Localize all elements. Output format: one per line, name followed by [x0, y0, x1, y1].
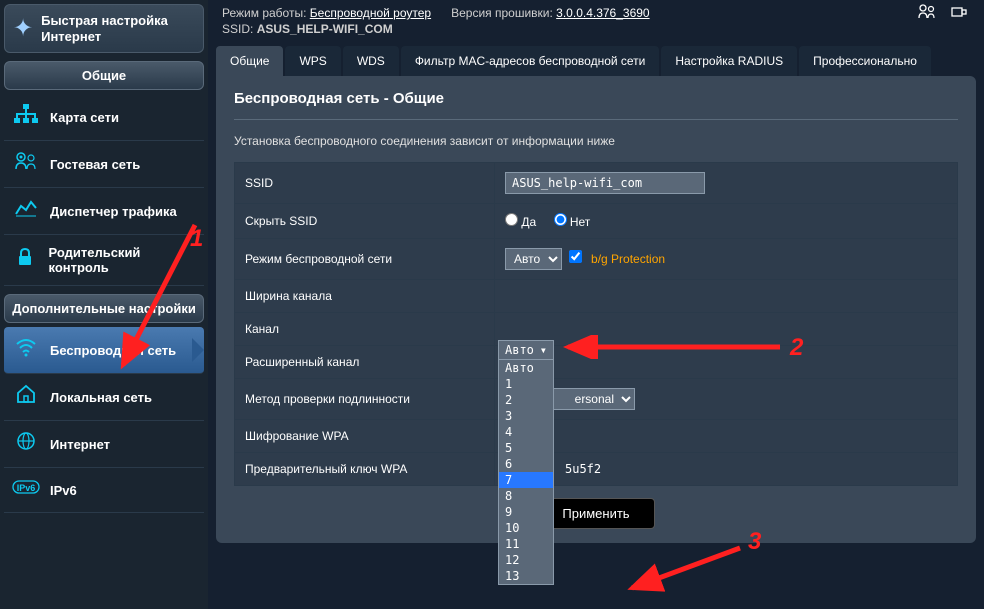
quick-setup-label: Быстрая настройка Интернет: [41, 13, 195, 44]
content-panel: Беспроводная сеть - Общие Установка бесп…: [216, 76, 976, 543]
wand-icon: ✦: [13, 14, 33, 43]
tab-bar: Общие WPS WDS Фильтр MAC-адресов беспров…: [216, 46, 976, 76]
wifi-icon: [12, 337, 40, 363]
sidebar-item-label: Карта сети: [50, 110, 119, 125]
main-content: Режим работы: Беспроводной роутер Версия…: [208, 0, 984, 609]
row-channel-label: Канал: [235, 313, 495, 346]
bg-protection-label: b/g Protection: [591, 252, 665, 266]
annotation-number-3: 3: [748, 528, 761, 556]
channel-option[interactable]: 2: [499, 392, 553, 408]
wireless-mode-select[interactable]: Авто: [505, 248, 562, 270]
row-wpa-key-label: Предварительный ключ WPA: [235, 453, 495, 486]
globe-icon: [12, 431, 40, 457]
channel-select-dropdown[interactable]: Авто ▾ Авто 1 2 3 4 5 6 7 8 9 10 11 12 1…: [498, 340, 554, 585]
channel-option[interactable]: Авто: [499, 360, 553, 376]
tab-mac-filter[interactable]: Фильтр MAC-адресов беспроводной сети: [401, 46, 660, 76]
apply-button[interactable]: Применить: [537, 498, 654, 529]
row-mode-label: Режим беспроводной сети: [235, 239, 495, 280]
channel-option[interactable]: 3: [499, 408, 553, 424]
sidebar-item-guest-network[interactable]: Гостевая сеть: [4, 141, 204, 188]
sidebar-item-ipv6[interactable]: IPv6 IPv6: [4, 468, 204, 513]
traffic-manager-icon: [12, 198, 40, 224]
tab-wps[interactable]: WPS: [285, 46, 340, 76]
tab-wds[interactable]: WDS: [343, 46, 399, 76]
usb-icon[interactable]: [950, 7, 968, 24]
hide-ssid-yes[interactable]: Да: [505, 215, 536, 229]
channel-option[interactable]: 13: [499, 568, 553, 584]
channel-option[interactable]: 1: [499, 376, 553, 392]
sidebar: ✦ Быстрая настройка Интернет Общие Карта…: [0, 0, 208, 609]
top-info-bar: Режим работы: Беспроводной роутер Версия…: [216, 4, 976, 40]
sidebar-item-lan[interactable]: Локальная сеть: [4, 374, 204, 421]
channel-option[interactable]: 6: [499, 456, 553, 472]
home-icon: [12, 384, 40, 410]
sidebar-item-label: Беспроводная сеть: [50, 343, 176, 358]
chevron-down-icon: ▾: [540, 343, 547, 357]
tab-general[interactable]: Общие: [216, 46, 283, 76]
sidebar-item-label: Родительский контроль: [49, 245, 197, 275]
channel-option[interactable]: 9: [499, 504, 553, 520]
sidebar-item-parental-control[interactable]: Родительский контроль: [4, 235, 204, 286]
channel-option[interactable]: 10: [499, 520, 553, 536]
annotation-number-1: 1: [190, 225, 203, 253]
sidebar-item-label: Локальная сеть: [50, 390, 152, 405]
channel-option[interactable]: 12: [499, 552, 553, 568]
channel-select-current[interactable]: Авто ▾: [499, 341, 553, 360]
tab-professional[interactable]: Профессионально: [799, 46, 931, 76]
bg-protection-checkbox[interactable]: [569, 250, 582, 263]
annotation-number-2: 2: [790, 334, 803, 362]
svg-text:IPv6: IPv6: [17, 483, 36, 493]
row-hide-ssid-label: Скрыть SSID: [235, 204, 495, 239]
row-ext-channel-label: Расширенный канал: [235, 346, 495, 379]
ssid-input[interactable]: [505, 172, 705, 194]
lock-icon: [12, 247, 39, 273]
row-auth-label: Метод проверки подлинности: [235, 379, 495, 420]
network-map-icon: [12, 104, 40, 130]
mode-link[interactable]: Беспроводной роутер: [310, 6, 431, 20]
fw-label: Версия прошивки:: [451, 6, 553, 20]
ssid-label: SSID:: [222, 22, 253, 36]
channel-option[interactable]: 11: [499, 536, 553, 552]
ssid-value: ASUS_HELP-WIFI_COM: [257, 22, 393, 36]
channel-option[interactable]: 8: [499, 488, 553, 504]
channel-option[interactable]: 5: [499, 440, 553, 456]
page-description: Установка беспроводного соединения завис…: [234, 120, 958, 162]
sidebar-item-label: Интернет: [50, 437, 110, 452]
channel-option[interactable]: 7: [499, 472, 553, 488]
clients-icon[interactable]: [918, 7, 940, 24]
ipv6-icon: IPv6: [12, 478, 40, 502]
sidebar-item-traffic-manager[interactable]: Диспетчер трафика: [4, 188, 204, 235]
sidebar-item-wireless[interactable]: Беспроводная сеть: [4, 327, 204, 374]
mode-label: Режим работы:: [222, 6, 306, 20]
fw-link[interactable]: 3.0.0.4.376_3690: [556, 6, 649, 20]
row-channel-width-label: Ширина канала: [235, 280, 495, 313]
page-title: Беспроводная сеть - Общие: [234, 90, 958, 120]
sidebar-section-advanced: Дополнительные настройки: [4, 294, 204, 323]
sidebar-item-label: Гостевая сеть: [50, 157, 140, 172]
sidebar-item-label: Диспетчер трафика: [50, 204, 177, 219]
channel-option[interactable]: 4: [499, 424, 553, 440]
row-ssid-label: SSID: [235, 163, 495, 204]
guest-network-icon: [12, 151, 40, 177]
settings-table: SSID Скрыть SSID Да Нет Режим беспроводн…: [234, 162, 958, 486]
sidebar-item-wan[interactable]: Интернет: [4, 421, 204, 468]
row-encryption-label: Шифрование WPA: [235, 420, 495, 453]
sidebar-section-general: Общие: [4, 61, 204, 90]
tab-radius[interactable]: Настройка RADIUS: [661, 46, 797, 76]
sidebar-item-network-map[interactable]: Карта сети: [4, 94, 204, 141]
sidebar-item-label: IPv6: [50, 483, 77, 498]
quick-internet-setup[interactable]: ✦ Быстрая настройка Интернет: [4, 4, 204, 53]
hide-ssid-no[interactable]: Нет: [554, 215, 591, 229]
